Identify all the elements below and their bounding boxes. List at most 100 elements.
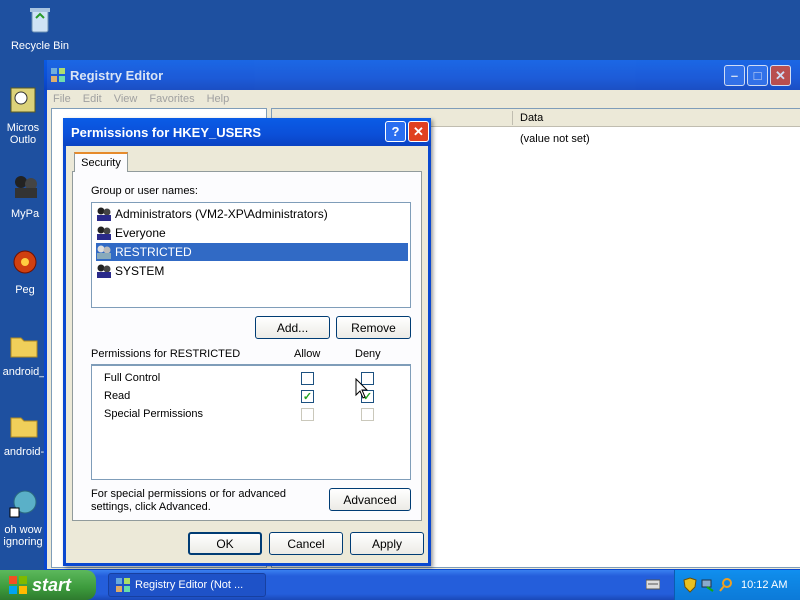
remove-button-label: Remove <box>351 320 396 335</box>
outlook-icon <box>7 86 39 118</box>
user-group-icon <box>96 263 112 279</box>
value-data-cell: (value not set) <box>520 133 590 145</box>
tab-security[interactable]: Security <box>74 152 128 172</box>
registry-app-icon <box>115 577 131 593</box>
desktop-icon-android2[interactable]: android- <box>0 410 48 458</box>
dialog-title: Permissions for HKEY_USERS <box>71 124 262 140</box>
permissions-label: Permissions for RESTRICTED <box>91 348 241 360</box>
user-name: RESTRICTED <box>115 245 192 259</box>
dialog-titlebar[interactable]: Permissions for HKEY_USERS ? ✕ <box>63 118 431 146</box>
user-list[interactable]: Administrators (VM2-XP\Administrators) E… <box>91 202 411 308</box>
ok-button[interactable]: OK <box>188 532 262 555</box>
tab-security-label: Security <box>81 157 121 169</box>
taskbar-item-registry[interactable]: Registry Editor (Not ... <box>108 573 266 597</box>
taskbar: start Registry Editor (Not ... 10:12 AM <box>0 570 800 600</box>
registry-editor-titlebar[interactable]: Registry Editor – □ ✕ <box>44 60 800 90</box>
special-deny-checkbox <box>361 408 374 421</box>
recycle-bin-icon <box>24 4 56 36</box>
full-control-allow-checkbox[interactable] <box>301 372 314 385</box>
mouse-pointer-icon <box>355 378 369 399</box>
minimize-button[interactable]: – <box>724 65 745 86</box>
desktop-icon-label: android- <box>3 446 45 458</box>
clock[interactable]: 10:12 AM <box>741 579 787 591</box>
windows-logo-icon <box>8 575 28 595</box>
user-row-system[interactable]: SYSTEM <box>96 262 408 280</box>
minimize-icon: – <box>730 68 739 83</box>
folder-icon <box>8 330 40 362</box>
user-name: SYSTEM <box>115 264 165 278</box>
desktop-icon-label: Recycle Bin <box>10 40 70 52</box>
user-group-icon <box>96 244 112 260</box>
menu-view[interactable]: View <box>114 93 138 105</box>
column-header-data[interactable]: Data <box>520 112 543 124</box>
registry-app-icon <box>50 67 66 83</box>
keyboard-icon[interactable] <box>645 578 661 590</box>
apply-button-label: Apply <box>371 536 403 551</box>
perm-name-read: Read <box>104 390 131 402</box>
menu-favorites[interactable]: Favorites <box>149 93 194 105</box>
advanced-button-label: Advanced <box>343 492 397 507</box>
menu-help[interactable]: Help <box>207 93 230 105</box>
close-icon: ✕ <box>413 123 424 139</box>
special-allow-checkbox <box>301 408 314 421</box>
desktop-icon-label: android_ <box>2 366 46 378</box>
permissions-list[interactable]: Full Control Read ✓ ✓ Special Permission… <box>91 364 411 480</box>
remove-button[interactable]: Remove <box>336 316 411 339</box>
user-name: Administrators (VM2-XP\Administrators) <box>115 207 328 221</box>
permissions-dialog: Permissions for HKEY_USERS ? ✕ Security … <box>63 118 431 566</box>
desktop-icon-peg[interactable]: Peg <box>0 248 50 296</box>
desktop-icon-ohwow[interactable]: oh wow ignoring <box>0 488 46 548</box>
system-tray: 10:12 AM <box>674 570 800 600</box>
start-label: start <box>32 574 72 595</box>
perm-name-special: Special Permissions <box>104 408 204 420</box>
desktop-icon-outlook[interactable]: Micros Outlo <box>0 86 46 146</box>
user-row-restricted[interactable]: RESTRICTED <box>96 243 408 261</box>
taskbar-item-label: Registry Editor (Not ... <box>135 579 244 591</box>
search-icon[interactable] <box>719 577 733 593</box>
security-shield-icon[interactable] <box>683 577 697 593</box>
help-icon: ? <box>391 124 400 139</box>
advanced-text: For special permissions or for advanced … <box>91 488 287 513</box>
start-button[interactable]: start <box>0 570 96 600</box>
user-row-everyone[interactable]: Everyone <box>96 224 408 242</box>
add-button-label: Add... <box>276 320 309 335</box>
desktop-icon-label: oh wow ignoring <box>3 524 43 548</box>
peg-icon <box>9 248 41 280</box>
menu-file[interactable]: File <box>53 93 71 105</box>
cancel-button-label: Cancel <box>287 536 325 551</box>
close-icon: ✕ <box>775 67 786 83</box>
tab-panel: Group or user names: Administrators (VM2… <box>72 171 422 521</box>
close-button[interactable]: ✕ <box>770 65 791 86</box>
help-button[interactable]: ? <box>385 121 406 142</box>
users-icon <box>9 172 41 204</box>
registry-editor-title: Registry Editor <box>70 67 164 83</box>
group-label: Group or user names: <box>91 185 198 197</box>
allow-header: Allow <box>294 348 321 360</box>
menu-bar: File Edit View Favorites Help <box>53 90 229 108</box>
user-group-icon <box>96 206 112 222</box>
maximize-icon: □ <box>753 68 762 83</box>
user-row-administrators[interactable]: Administrators (VM2-XP\Administrators) <box>96 205 408 223</box>
user-group-icon <box>96 225 112 241</box>
menu-edit[interactable]: Edit <box>83 93 102 105</box>
desktop-icon-mypa[interactable]: MyPa <box>0 172 50 220</box>
desktop-icon-label: MyPa <box>10 208 40 220</box>
perm-name-full-control: Full Control <box>104 372 161 384</box>
advanced-button[interactable]: Advanced <box>329 488 411 511</box>
desktop-icon-label: Peg <box>15 284 35 296</box>
desktop-icon-label: Micros Outlo <box>6 122 40 146</box>
user-name: Everyone <box>115 226 166 240</box>
network-icon[interactable] <box>701 577 715 593</box>
shortcut-icon <box>7 488 39 520</box>
dialog-close-button[interactable]: ✕ <box>408 121 429 142</box>
ok-button-label: OK <box>216 536 234 551</box>
read-allow-checkbox[interactable]: ✓ <box>301 390 314 403</box>
folder-icon <box>8 410 40 442</box>
deny-header: Deny <box>355 348 381 360</box>
apply-button[interactable]: Apply <box>350 532 424 555</box>
desktop-icon-recycle-bin[interactable]: Recycle Bin <box>0 4 80 52</box>
cancel-button[interactable]: Cancel <box>269 532 343 555</box>
maximize-button[interactable]: □ <box>747 65 768 86</box>
add-button[interactable]: Add... <box>255 316 330 339</box>
desktop-icon-android1[interactable]: android_ <box>0 330 48 378</box>
